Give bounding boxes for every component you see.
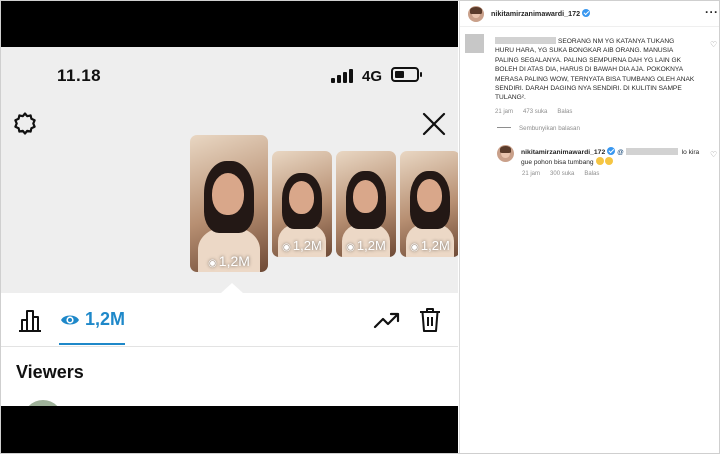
settings-gear-icon[interactable]	[12, 111, 38, 137]
header-divider	[460, 26, 719, 27]
reply-time: 21 jam	[522, 171, 541, 177]
verified-badge-icon	[582, 9, 591, 17]
reply-likes[interactable]: 300 suka	[550, 171, 574, 177]
reply-text: nikitamirzanimawardi_172 @ lo kira gue p…	[521, 147, 701, 168]
selected-story-pointer	[221, 283, 243, 293]
story-thumbnail[interactable]: ◉ 1,2M	[336, 151, 396, 257]
hide-replies-button[interactable]: Sembunyikan balasan	[497, 125, 580, 132]
reply-meta: 21 jam 300 suka Balas	[522, 171, 609, 177]
story-views: ◉ 1,2M	[208, 253, 250, 269]
mention-blurred[interactable]	[625, 148, 678, 155]
eye-icon[interactable]	[60, 312, 80, 328]
letterbox-top	[1, 1, 458, 47]
toolbar-divider	[1, 346, 458, 347]
comment-time: 21 jam	[495, 109, 514, 115]
hide-replies-line	[497, 127, 511, 128]
instagram-comments-panel: nikitamirzanimawardi_172 ··· SEORANG NM …	[460, 1, 719, 453]
comment-text: SEORANG NM YG KATANYA TUKANG HURU HARA, …	[495, 38, 695, 102]
author-avatar[interactable]	[468, 6, 484, 22]
commenter-avatar-blurred[interactable]	[465, 34, 484, 53]
story-views: ◉ 1,2M	[346, 238, 386, 253]
viewers-heading: Viewers	[16, 362, 84, 382]
like-heart-icon[interactable]: ♡	[710, 40, 717, 49]
eye-icon: ◉	[208, 258, 217, 269]
battery-icon	[391, 67, 422, 82]
story-insights-screenshot: 11.18 4G ◉ 1,2M ◉ 1,2M ◉ 1,2M ◉ 1,2M 1,2…	[1, 1, 458, 453]
post-author-name[interactable]: nikitamirzanimawardi_172	[491, 9, 580, 18]
laughing-emoji-icon	[596, 157, 605, 166]
views-count[interactable]: 1,2M	[85, 309, 125, 330]
reply-author[interactable]: nikitamirzanimawardi_172	[521, 149, 605, 156]
story-views: ◉ 1,2M	[282, 238, 322, 253]
status-time: 11.18	[57, 66, 102, 85]
trash-icon[interactable]	[418, 307, 442, 333]
active-tab-indicator	[59, 343, 125, 345]
eye-icon: ◉	[346, 242, 355, 253]
verified-badge-icon	[607, 147, 616, 155]
like-heart-icon[interactable]: ♡	[710, 150, 717, 159]
eye-icon: ◉	[410, 242, 419, 253]
eye-icon: ◉	[282, 242, 291, 253]
trending-arrow-icon[interactable]	[373, 310, 401, 330]
story-thumbnail[interactable]: ◉ 1,2M	[272, 151, 332, 257]
comment-meta: 21 jam 473 suka Balas	[495, 109, 582, 115]
comment-reply-button[interactable]: Balas	[557, 109, 572, 115]
bar-chart-icon[interactable]	[17, 307, 43, 333]
comment-likes[interactable]: 473 suka	[523, 109, 547, 115]
close-icon[interactable]	[422, 112, 446, 136]
signal-icon	[331, 67, 355, 83]
more-options-icon[interactable]: ···	[705, 5, 719, 19]
story-thumbnail[interactable]: ◉ 1,2M	[400, 151, 458, 257]
mention-at[interactable]: @	[617, 149, 624, 156]
reply-reply-button[interactable]: Balas	[584, 171, 599, 177]
post-author[interactable]: nikitamirzanimawardi_172	[491, 9, 591, 18]
reply-author-avatar[interactable]	[497, 145, 514, 162]
letterbox-bottom	[1, 406, 458, 453]
story-thumbnail-selected[interactable]: ◉ 1,2M	[190, 135, 268, 272]
laughing-emoji-icon	[605, 157, 614, 166]
network-type: 4G	[362, 68, 383, 85]
story-views: ◉ 1,2M	[410, 238, 450, 253]
hide-replies-label[interactable]: Sembunyikan balasan	[519, 125, 580, 132]
